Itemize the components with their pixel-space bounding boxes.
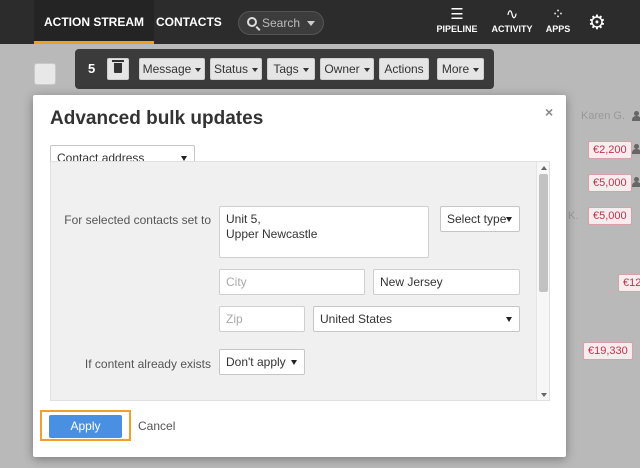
exists-select[interactable]: Don't apply xyxy=(219,349,305,375)
scroll-down-icon[interactable] xyxy=(541,393,547,397)
gear-icon[interactable]: ⚙ xyxy=(588,10,606,35)
panel-scrollbar[interactable] xyxy=(536,162,549,400)
chevron-down-icon xyxy=(363,67,370,72)
bulk-update-modal: Advanced bulk updates × Contact address … xyxy=(33,95,566,457)
zip-input[interactable]: Zip xyxy=(219,306,305,332)
delete-button[interactable] xyxy=(107,58,129,80)
apps-icon: ⁘ xyxy=(551,6,565,23)
close-icon[interactable]: × xyxy=(545,104,553,120)
tab-action-stream[interactable]: ACTION STREAM xyxy=(34,0,154,44)
chevron-down-icon xyxy=(506,217,512,222)
apply-highlight: Apply xyxy=(40,410,131,441)
exists-select-value: Don't apply xyxy=(226,355,286,369)
trash-icon xyxy=(112,60,124,73)
nav-pipeline-label: PIPELINE xyxy=(436,24,478,34)
activity-icon: ∿ xyxy=(505,6,519,23)
nav-apps[interactable]: ⁘ APPS xyxy=(543,6,573,34)
status-label: Status xyxy=(213,62,249,76)
bulk-toolbar: 5 Message Status Tags Owner Actions More xyxy=(75,49,494,89)
modal-title: Advanced bulk updates xyxy=(50,108,264,129)
country-select[interactable]: United States xyxy=(313,306,520,332)
city-input[interactable]: City xyxy=(219,269,365,295)
actions-label: Actions xyxy=(384,62,424,76)
amount-badge: €2,200 xyxy=(588,141,632,159)
actions-button[interactable]: Actions xyxy=(379,58,429,80)
more-button[interactable]: More xyxy=(437,58,484,80)
address-type-select[interactable]: Select type xyxy=(440,206,520,232)
owner-button[interactable]: Owner xyxy=(320,58,374,80)
country-value: United States xyxy=(320,312,393,326)
chevron-down-icon xyxy=(195,67,202,72)
search-box[interactable]: Search xyxy=(238,11,324,35)
chevron-down-icon xyxy=(506,317,512,322)
scroll-up-icon[interactable] xyxy=(541,166,547,170)
chevron-down-icon xyxy=(302,67,309,72)
exists-label: If content already exists xyxy=(84,357,211,371)
selected-count: 5 xyxy=(88,61,96,76)
pipeline-icon: ☰ xyxy=(450,6,464,23)
apply-button[interactable]: Apply xyxy=(49,415,122,438)
top-nav: ACTION STREAM CONTACTS Search ☰ PIPELINE… xyxy=(0,0,640,44)
message-label: Message xyxy=(142,62,192,76)
address-type-value: Select type xyxy=(447,212,507,226)
nav-apps-label: APPS xyxy=(545,24,571,34)
select-all-checkbox[interactable] xyxy=(34,63,56,85)
nav-pipeline[interactable]: ☰ PIPELINE xyxy=(433,6,481,34)
address-panel: For selected contacts set to Unit 5, Upp… xyxy=(50,161,550,401)
search-placeholder: Search xyxy=(262,16,301,30)
tags-label: Tags xyxy=(273,62,299,76)
amount-badge: €12 xyxy=(618,274,640,292)
chevron-down-icon xyxy=(307,21,315,26)
tab-contacts[interactable]: CONTACTS xyxy=(146,0,232,44)
tags-button[interactable]: Tags xyxy=(267,58,315,80)
nav-activity-label: ACTIVITY xyxy=(491,24,533,34)
chevron-down-icon xyxy=(291,360,297,365)
amount-badge: €5,000 xyxy=(588,174,632,192)
cancel-button[interactable]: Cancel xyxy=(138,419,175,433)
owner-name-partial: K. xyxy=(568,210,579,222)
nav-activity[interactable]: ∿ ACTIVITY xyxy=(489,6,535,34)
person-icon xyxy=(631,144,640,154)
chevron-down-icon xyxy=(473,67,480,72)
chevron-down-icon xyxy=(252,67,259,72)
owner-label: Owner xyxy=(324,62,360,76)
more-label: More xyxy=(441,62,470,76)
amount-badge: €19,330 xyxy=(583,342,633,360)
person-icon xyxy=(631,111,640,121)
set-to-label: For selected contacts set to xyxy=(64,213,211,227)
scroll-thumb[interactable] xyxy=(539,174,548,292)
person-icon xyxy=(631,177,640,187)
status-button[interactable]: Status xyxy=(210,58,262,80)
owner-name: Karen G. xyxy=(581,110,626,122)
search-icon xyxy=(247,17,257,27)
message-button[interactable]: Message xyxy=(139,58,205,80)
state-input[interactable]: New Jersey xyxy=(373,269,520,295)
address-textarea[interactable]: Unit 5, Upper Newcastle xyxy=(219,206,429,258)
amount-badge: €5,000 xyxy=(588,207,632,225)
